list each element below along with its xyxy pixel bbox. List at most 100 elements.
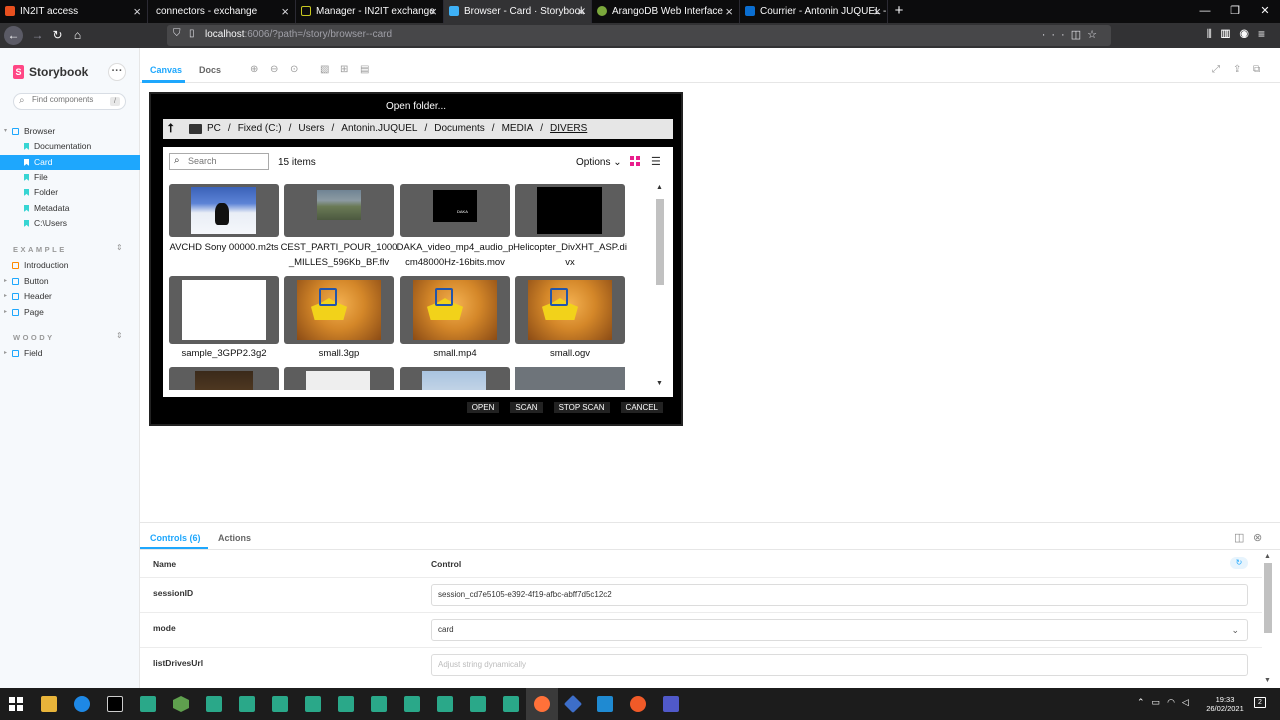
nodejs-icon[interactable] — [173, 696, 189, 712]
notification-icon[interactable]: 2 — [1254, 697, 1266, 708]
browser-tab[interactable]: connectors - exchange × — [148, 0, 296, 23]
file-grid-scrollbar[interactable]: ▲ ▼ — [654, 184, 666, 390]
scan-button[interactable]: SCAN — [510, 402, 543, 413]
sidebar-item-introduction[interactable]: Introduction — [0, 258, 140, 273]
browser-tab[interactable]: ArangoDB Web Interface × — [592, 0, 740, 23]
expand-collapse-icon[interactable]: ⇕ — [116, 331, 123, 340]
background-icon[interactable]: ▧ — [320, 64, 329, 75]
new-tab-button[interactable]: + — [888, 0, 910, 23]
sidebar-item-documentation[interactable]: Documentation — [0, 139, 140, 154]
clock[interactable]: 19:33 26/02/2021 — [1203, 695, 1247, 713]
browser-tab[interactable]: Manager - IN2IT exchange × — [296, 0, 444, 23]
tray-arrow-icon[interactable]: ⌃ — [1137, 697, 1152, 707]
sidebar-search[interactable]: ⌕ / — [13, 93, 126, 110]
controls-scrollbar[interactable]: ▲ ▼ — [1262, 553, 1274, 689]
sidebar-item-page[interactable]: ▸ Page — [0, 305, 140, 320]
back-arrow-icon[interactable]: ← — [4, 26, 23, 45]
breadcrumb-item[interactable]: Users — [298, 123, 324, 134]
scroll-up-arrow-icon[interactable]: ▲ — [656, 184, 663, 191]
session-id-input[interactable]: session_cd7e5105-e392-4f19-afbc-abff7d5c… — [431, 584, 1248, 606]
restore-icon[interactable]: ❐ — [1220, 0, 1250, 23]
file-search-input[interactable] — [188, 156, 263, 166]
scroll-up-arrow-icon[interactable]: ▲ — [1264, 553, 1271, 560]
tab-controls[interactable]: Controls (6) — [150, 533, 201, 543]
sidebar-item-card[interactable]: Card — [0, 155, 140, 170]
sidebar-item-folder[interactable]: Folder — [0, 185, 140, 200]
sidebar-item-file[interactable]: File — [0, 170, 140, 185]
breadcrumb-item[interactable]: Fixed (C:) — [238, 123, 282, 134]
sidebar-icon[interactable]: ▥ — [1221, 27, 1240, 41]
tab-actions[interactable]: Actions — [218, 533, 251, 543]
teams-icon[interactable] — [663, 696, 679, 712]
sidebar-item-header[interactable]: ▸ Header — [0, 289, 140, 304]
sidebar-item-metadata[interactable]: Metadata — [0, 201, 140, 216]
file-search[interactable]: ⌕ — [169, 153, 269, 170]
panel-orientation-icon[interactable]: ◫ — [1234, 531, 1244, 544]
close-icon[interactable]: × — [577, 0, 585, 23]
shield-icon[interactable]: ⛉ — [173, 28, 181, 39]
breadcrumb-item[interactable]: Documents — [434, 123, 485, 134]
scroll-down-arrow-icon[interactable]: ▼ — [1264, 677, 1271, 684]
pocket-icon[interactable]: ◫ — [1071, 29, 1087, 41]
open-button[interactable]: OPEN — [466, 402, 500, 413]
browser-tab[interactable]: Courrier - Antonin JUQUEL - O...× — [740, 0, 888, 23]
scrollbar-thumb[interactable] — [1264, 563, 1272, 633]
browser-tab-active[interactable]: Browser - Card · Storybook × — [444, 0, 592, 23]
breadcrumb-item-current[interactable]: DIVERS — [550, 123, 587, 134]
expand-collapse-icon[interactable]: ⇕ — [116, 243, 123, 252]
share-icon[interactable]: ⇪ — [1233, 64, 1241, 75]
app-icon[interactable] — [437, 696, 453, 712]
mode-select[interactable]: card ⌄ — [431, 619, 1248, 641]
app-icon[interactable] — [206, 696, 222, 712]
scrollbar-thumb[interactable] — [656, 199, 664, 285]
tab-docs[interactable]: Docs — [199, 65, 221, 75]
url-bar[interactable]: ⛉ ▯ localhost:6006/?path=/story/browser-… — [167, 25, 1111, 46]
fullscreen-icon[interactable]: ⤢ — [1212, 64, 1220, 75]
app-icon[interactable] — [371, 696, 387, 712]
cancel-button[interactable]: CANCEL — [620, 402, 663, 413]
close-window-icon[interactable]: ✕ — [1250, 0, 1280, 23]
list-view-icon[interactable]: ☰ — [651, 155, 661, 168]
zoom-in-icon[interactable]: ⊕ — [250, 64, 258, 75]
network-icon[interactable]: ▭ — [1152, 697, 1168, 707]
git-icon[interactable] — [563, 694, 583, 714]
sidebar-item-users[interactable]: C:\Users — [0, 216, 140, 231]
firefox-icon[interactable] — [534, 696, 550, 712]
breadcrumb-item[interactable]: Antonin.JUQUEL — [341, 123, 417, 134]
breadcrumb-item[interactable]: PC — [207, 123, 221, 134]
close-icon[interactable]: × — [873, 0, 881, 23]
close-icon[interactable]: × — [133, 0, 141, 23]
volume-icon[interactable]: ◁ — [1182, 697, 1196, 707]
page-icon[interactable]: ▯ — [189, 28, 195, 39]
app-icon[interactable] — [305, 696, 321, 712]
tab-canvas[interactable]: Canvas — [150, 65, 182, 75]
settings-menu-button[interactable]: ··· — [108, 63, 126, 81]
sidebar-item-button[interactable]: ▸ Button — [0, 274, 140, 289]
zoom-out-icon[interactable]: ⊖ — [270, 64, 278, 75]
menu-icon[interactable]: ≡ — [1258, 27, 1274, 41]
app-icon[interactable] — [503, 696, 519, 712]
close-icon[interactable]: × — [429, 0, 437, 23]
grid-view-icon[interactable] — [630, 156, 640, 166]
reset-controls-icon[interactable]: ↻ — [1230, 557, 1248, 569]
minimize-icon[interactable]: — — [1190, 0, 1220, 23]
grid-icon[interactable]: ⊞ — [340, 64, 348, 75]
stop-scan-button[interactable]: STOP SCAN — [553, 402, 610, 413]
terminal-icon[interactable] — [107, 696, 123, 712]
wifi-icon[interactable]: ◠ — [1167, 697, 1182, 707]
library-icon[interactable]: ⫴ — [1207, 27, 1221, 41]
parent-folder-arrow-icon[interactable]: ⭡ — [168, 121, 174, 136]
copy-link-icon[interactable]: ⧉ — [1253, 64, 1260, 75]
list-drives-url-input[interactable]: Adjust string dynamically — [431, 654, 1248, 676]
measure-icon[interactable]: ▤ — [360, 64, 369, 75]
search-input[interactable] — [32, 95, 102, 104]
sidebar-item-field[interactable]: ▸ Field — [0, 346, 140, 361]
scroll-down-arrow-icon[interactable]: ▼ — [656, 380, 663, 387]
windows-start-icon[interactable] — [9, 697, 23, 711]
app-icon[interactable] — [338, 696, 354, 712]
browser-tab[interactable]: IN2IT access × — [0, 0, 148, 23]
close-panel-icon[interactable]: ⊗ — [1253, 531, 1262, 544]
app-icon[interactable] — [140, 696, 156, 712]
options-dropdown[interactable]: Options ⌄ — [576, 157, 622, 168]
app-icon[interactable] — [272, 696, 288, 712]
